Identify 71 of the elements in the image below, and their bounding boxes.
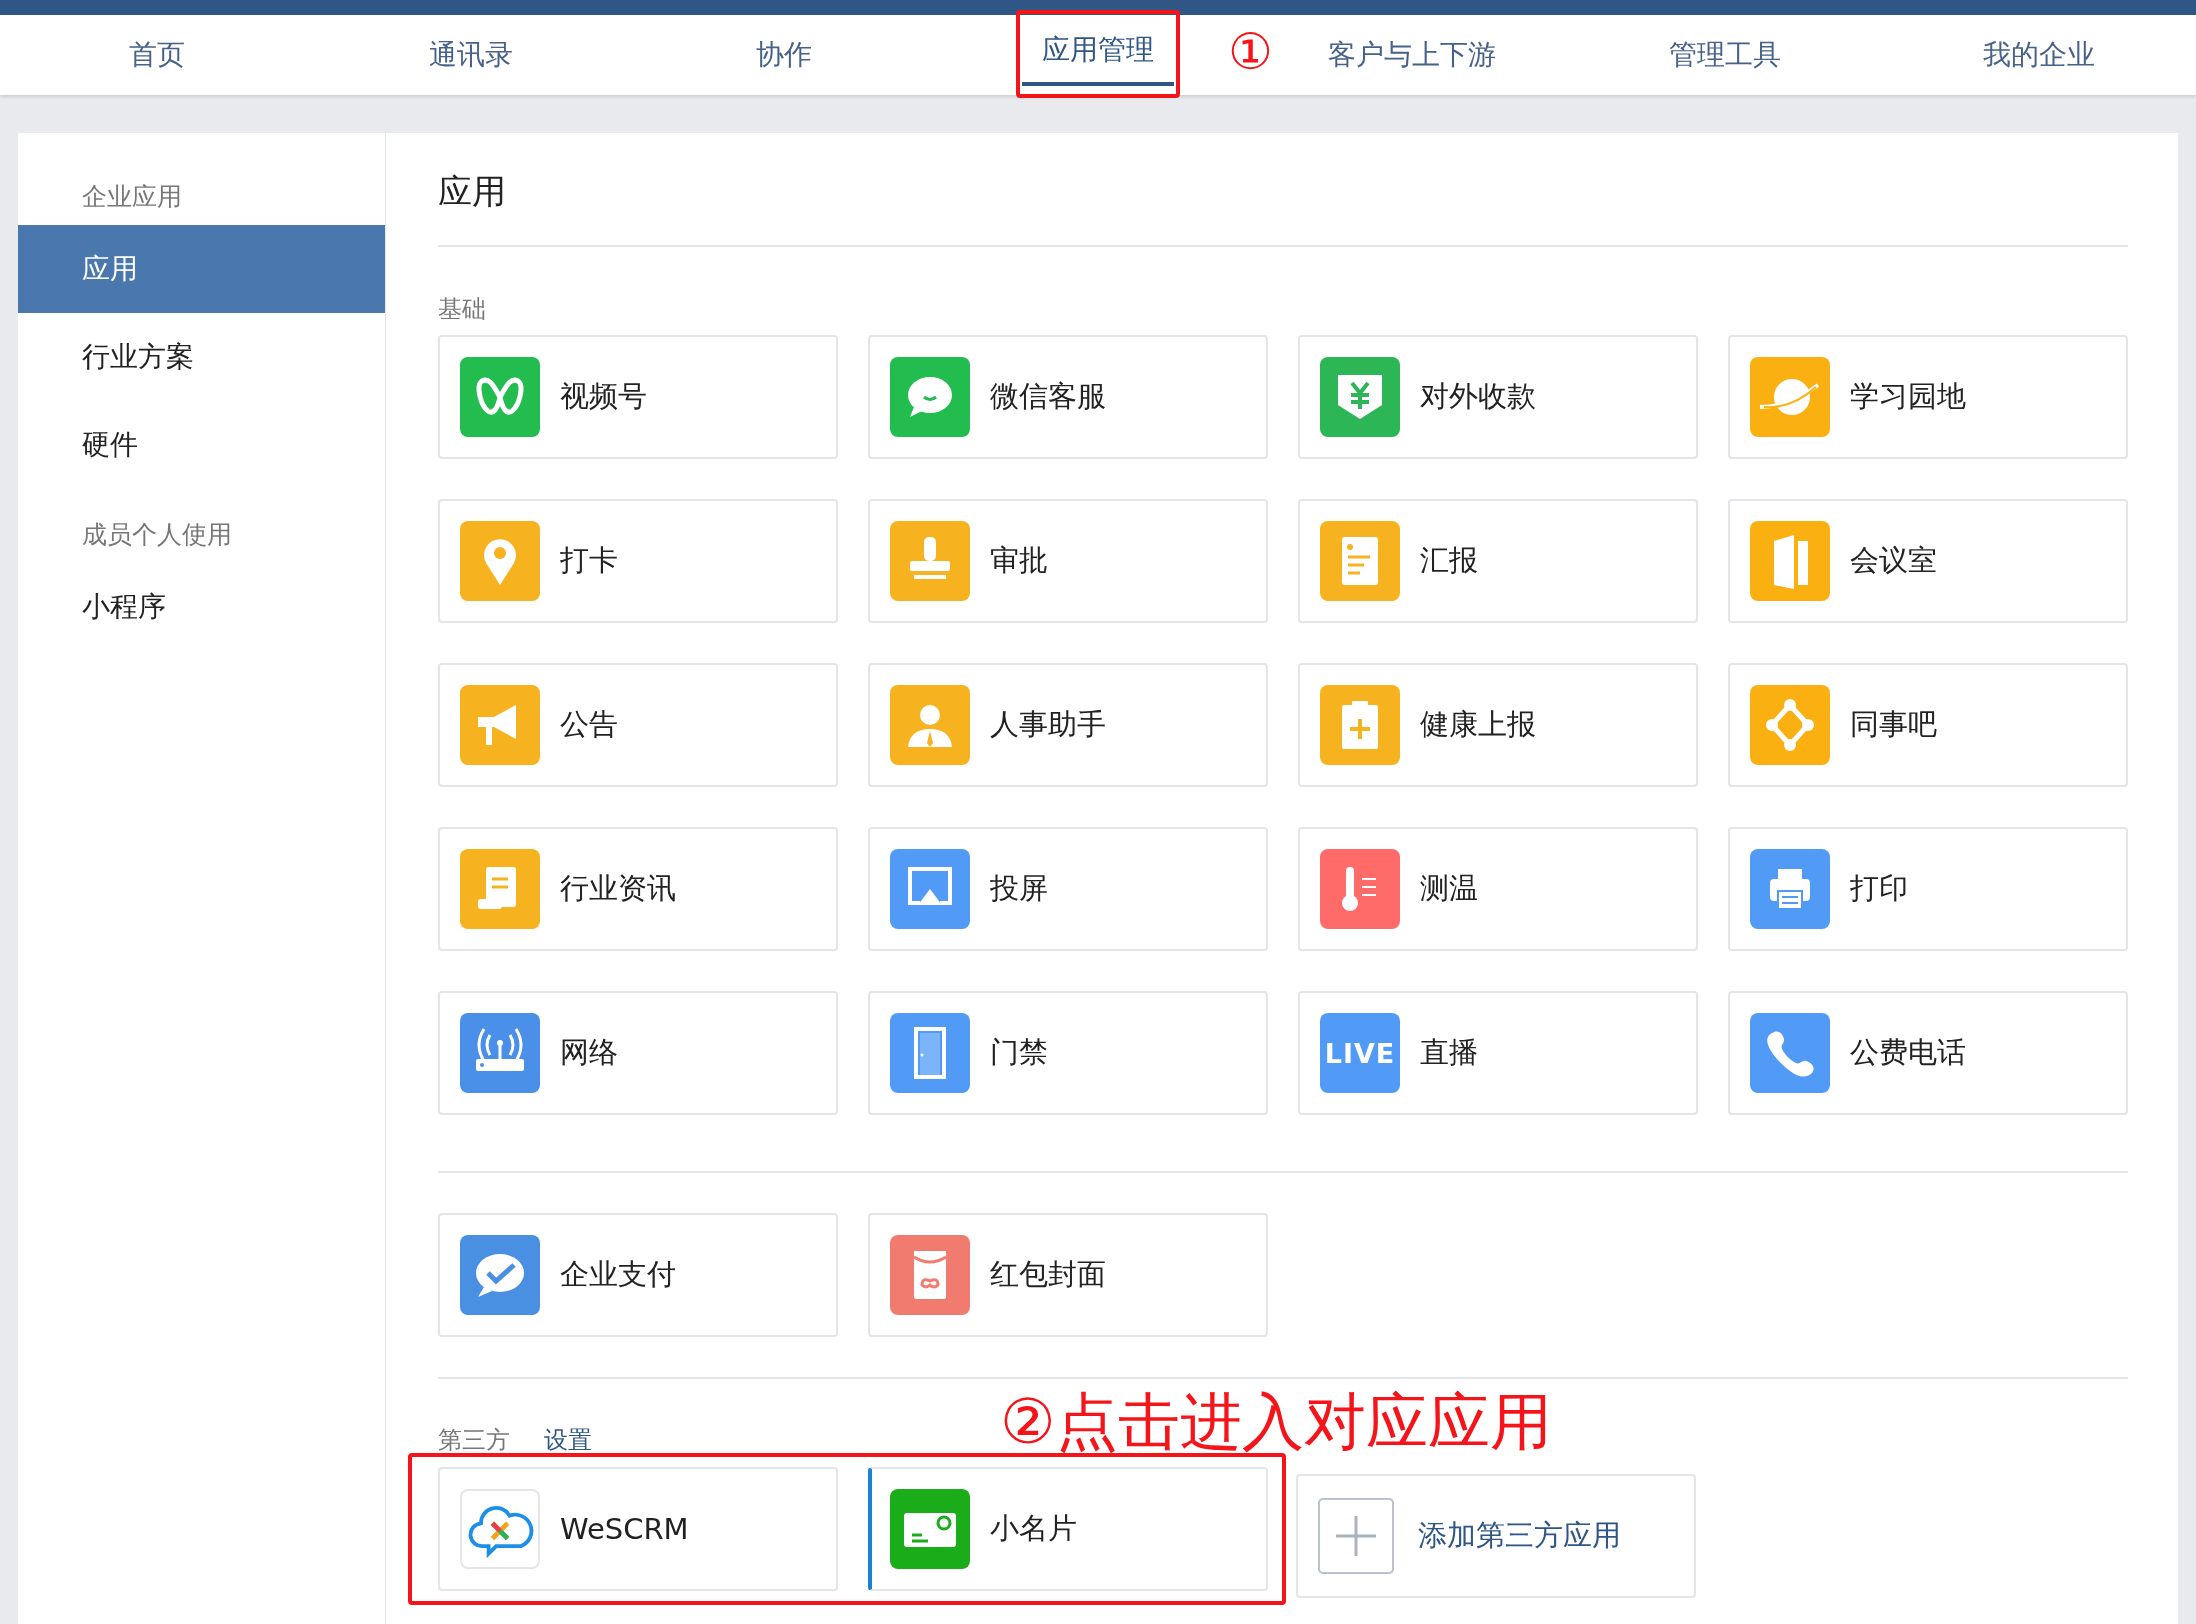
app-card[interactable]: 打印 xyxy=(1728,827,2128,951)
app-card[interactable]: 企业支付 xyxy=(438,1213,838,1337)
app-card[interactable]: LIVE 直播 xyxy=(1298,991,1698,1115)
section-label: 基础 xyxy=(438,294,487,323)
app-name: 直播 xyxy=(1420,1034,1478,1071)
app-name: 对外收款 xyxy=(1420,378,1536,415)
settings-link[interactable]: 设置 xyxy=(544,1424,592,1456)
app-name: 公费电话 xyxy=(1850,1034,1966,1071)
app-name: 行业资讯 xyxy=(560,870,676,907)
sidebar-item[interactable]: 小程序 xyxy=(18,563,385,651)
app-name: 小名片 xyxy=(990,1510,1077,1547)
app-name: 网络 xyxy=(560,1034,618,1071)
nav-tab[interactable]: 客户与上下游 xyxy=(1307,15,1516,95)
app-name: 学习园地 xyxy=(1850,378,1966,415)
app-name: 公告 xyxy=(560,706,618,743)
app-card[interactable]: 行业资讯 xyxy=(438,827,838,951)
nav-tab[interactable]: 协作 xyxy=(736,15,833,95)
app-card[interactable]: 微信客服 xyxy=(868,335,1268,459)
app-card[interactable]: 学习园地 xyxy=(1728,335,2128,459)
annotation-text: ②点击进入对应应用 xyxy=(1000,1391,1552,1453)
app-card[interactable]: 会议室 xyxy=(1728,499,2128,623)
app-card[interactable]: 打卡 xyxy=(438,499,838,623)
app-name: 视频号 xyxy=(560,378,647,415)
app-name: 打卡 xyxy=(560,542,618,579)
app-name: 人事助手 xyxy=(990,706,1106,743)
app-name: 测温 xyxy=(1420,870,1478,907)
sidebar-item[interactable]: 应用 xyxy=(18,225,385,313)
nav-tab[interactable]: 首页 xyxy=(108,15,205,95)
nav-tab[interactable]: 应用管理 xyxy=(1022,14,1174,86)
app-name: 审批 xyxy=(990,542,1048,579)
app-name: 会议室 xyxy=(1850,542,1937,579)
app-card[interactable]: 人事助手 xyxy=(868,663,1268,787)
cloud-icon xyxy=(460,1489,540,1569)
app-card[interactable]: 小名片 xyxy=(868,1467,1268,1591)
nav-tab[interactable]: 我的企业 xyxy=(1963,15,2116,95)
page-title: 应用 xyxy=(438,170,507,213)
app-name: WeSCRM xyxy=(560,1512,689,1546)
app-name: 投屏 xyxy=(990,870,1048,907)
app-name: 门禁 xyxy=(990,1034,1048,1071)
sidebar-heading: 企业应用 xyxy=(81,181,183,213)
app-card[interactable]: 投屏 xyxy=(868,827,1268,951)
app-name: 企业支付 xyxy=(560,1256,676,1293)
app-name: 健康上报 xyxy=(1420,706,1536,743)
sidebar-item[interactable]: 硬件 xyxy=(18,401,385,489)
app-card[interactable]: 同事吧 xyxy=(1728,663,2128,787)
plus-icon xyxy=(1318,1498,1394,1574)
annotation-number: ① xyxy=(1228,27,1273,77)
app-card[interactable]: 网络 xyxy=(438,991,838,1115)
nav-tab[interactable]: 通讯录 xyxy=(408,15,533,95)
app-name: 汇报 xyxy=(1420,542,1478,579)
app-card[interactable]: WeSCRM xyxy=(438,1467,838,1591)
sidebar-heading: 成员个人使用 xyxy=(81,519,233,551)
app-card[interactable]: 审批 xyxy=(868,499,1268,623)
section-label: 第三方 xyxy=(438,1425,510,1456)
app-name: 同事吧 xyxy=(1850,706,1937,743)
app-card[interactable]: 对外收款 xyxy=(1298,335,1698,459)
app-name: 打印 xyxy=(1850,870,1908,907)
live-text-icon: LIVE xyxy=(1320,1013,1400,1093)
app-card[interactable]: 公费电话 xyxy=(1728,991,2128,1115)
add-app-button[interactable]: 添加第三方应用 xyxy=(1296,1474,1696,1598)
app-card[interactable]: 测温 xyxy=(1298,827,1698,951)
app-card[interactable]: 红包封面 xyxy=(868,1213,1268,1337)
app-card[interactable]: 门禁 xyxy=(868,991,1268,1115)
sidebar-item[interactable]: 行业方案 xyxy=(18,313,385,401)
app-name: 微信客服 xyxy=(990,378,1106,415)
app-name: 红包封面 xyxy=(990,1256,1106,1293)
app-card[interactable]: 公告 xyxy=(438,663,838,787)
app-card[interactable]: 健康上报 xyxy=(1298,663,1698,787)
app-card[interactable]: 汇报 xyxy=(1298,499,1698,623)
app-card[interactable]: 视频号 xyxy=(438,335,838,459)
nav-tab[interactable]: 管理工具 xyxy=(1649,15,1802,95)
